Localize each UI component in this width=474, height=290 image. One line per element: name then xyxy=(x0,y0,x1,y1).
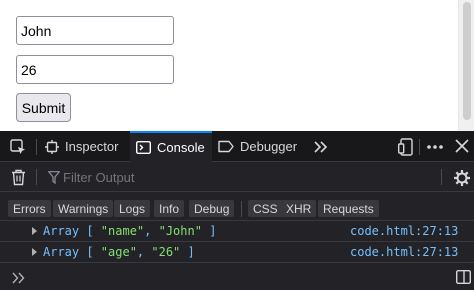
filter-divider xyxy=(241,201,242,217)
filter-divider xyxy=(36,169,37,185)
scrollbar-thumb[interactable] xyxy=(463,2,471,120)
expand-caret-icon[interactable] xyxy=(32,248,37,256)
filter-divider xyxy=(441,169,442,185)
trash-icon[interactable] xyxy=(11,169,26,186)
filter-logs[interactable]: Logs xyxy=(114,200,151,217)
filter-warnings[interactable]: Warnings xyxy=(53,200,114,217)
age-input[interactable]: 26 xyxy=(16,55,174,84)
filter-info[interactable]: Info xyxy=(154,200,185,217)
console-input[interactable] xyxy=(0,264,474,290)
gear-icon[interactable] xyxy=(453,169,471,187)
toolbar-divider xyxy=(419,139,420,155)
console-icon xyxy=(136,141,151,154)
more-options-icon[interactable] xyxy=(426,139,444,155)
page-viewport: John 26 Submit xyxy=(0,0,474,131)
expand-caret-icon[interactable] xyxy=(32,227,37,235)
tab-label: Debugger xyxy=(240,139,298,154)
tab-console[interactable]: Console xyxy=(130,131,212,162)
debugger-icon xyxy=(218,140,234,153)
submit-button[interactable]: Submit xyxy=(16,93,71,122)
element-picker-icon[interactable] xyxy=(10,139,26,155)
console-message[interactable]: Array [ "name", "John" ] code.html:27:13 xyxy=(0,221,474,242)
tab-inspector[interactable]: Inspector xyxy=(45,131,118,162)
filter-requests[interactable]: Requests xyxy=(318,200,379,217)
filter-errors[interactable]: Errors xyxy=(8,200,51,217)
vertical-scrollbar[interactable] xyxy=(458,0,474,131)
chevron-double-right-icon[interactable] xyxy=(313,139,329,155)
console-message[interactable]: Array [ "age", "26" ] code.html:27:13 xyxy=(0,242,474,263)
log-source-link[interactable]: code.html:27:13 xyxy=(350,224,458,238)
filter-icon xyxy=(48,171,60,184)
name-input[interactable]: John xyxy=(16,16,174,45)
tab-debugger[interactable]: Debugger xyxy=(218,131,297,162)
log-source-link[interactable]: code.html:27:13 xyxy=(350,245,458,259)
log-message: Array [ "age", "26" ] xyxy=(43,245,195,259)
responsive-design-icon[interactable] xyxy=(398,138,414,156)
tab-label: Inspector xyxy=(65,139,119,154)
console-filter-bar xyxy=(0,163,474,192)
inspector-icon xyxy=(45,139,59,154)
log-message: Array [ "name", "John" ] xyxy=(43,224,217,238)
devtools-panel: Inspector Console Debugger Filter Output… xyxy=(0,131,474,290)
chevron-double-right-icon xyxy=(12,272,25,284)
tab-label: Console xyxy=(157,140,205,155)
devtools-toolbar: Inspector Console Debugger xyxy=(0,131,474,162)
filter-output-input[interactable] xyxy=(63,169,433,186)
page-content: John 26 Submit xyxy=(0,0,458,131)
filter-css[interactable]: CSS xyxy=(248,200,283,217)
close-icon[interactable] xyxy=(455,139,469,153)
toolbar-divider xyxy=(36,139,37,155)
filter-debug[interactable]: Debug xyxy=(189,200,235,217)
filter-xhr[interactable]: XHR xyxy=(281,200,317,217)
sidebar-toggle-icon[interactable] xyxy=(456,270,471,284)
log-level-filters: Errors Warnings Logs Info Debug CSS XHR … xyxy=(0,193,474,221)
